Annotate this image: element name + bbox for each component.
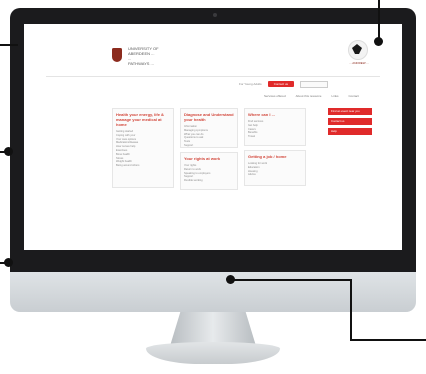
- column-1-title: Health your energy, life & manage your m…: [116, 112, 164, 127]
- imac-scene: UNIVERSITY OF ABERDEEN ... ... PATHWAYS …: [0, 0, 426, 374]
- column-2b-title: Your rights at work: [184, 156, 221, 161]
- search-input[interactable]: [300, 80, 329, 88]
- screen: UNIVERSITY OF ABERDEEN ... ... PATHWAYS …: [24, 24, 402, 250]
- list-item[interactable]: Flexible working: [184, 179, 234, 183]
- main-nav: Services offered About this resource Lin…: [264, 94, 359, 98]
- site-logo-right[interactable]: ... ANDREW ...: [342, 40, 376, 70]
- monitor-stand: [170, 312, 256, 346]
- column-3-title: Where can I ...: [248, 112, 275, 117]
- content-column-3b: Getting a job / home Looking for work Ed…: [244, 150, 306, 186]
- pointer-line: [350, 339, 426, 341]
- nav-item-about[interactable]: About this resource: [296, 94, 322, 98]
- monitor-chin: [10, 272, 416, 312]
- monitor-bezel: UNIVERSITY OF ABERDEEN ... ... PATHWAYS …: [10, 8, 416, 272]
- logo-text: UNIVERSITY OF ABERDEEN ... ... PATHWAYS …: [128, 46, 159, 66]
- pointer-dot: [374, 37, 383, 46]
- contact-button[interactable]: Contact us: [267, 81, 295, 87]
- content-column-2: Diagnose and Understand your health Info…: [180, 108, 238, 148]
- red-tab-2[interactable]: Contact us: [328, 118, 372, 125]
- logo-caption: ... ANDREW ...: [349, 61, 369, 65]
- pointer-line: [0, 151, 6, 153]
- red-tab-1[interactable]: Find an event near you: [328, 108, 372, 115]
- pointer-line: [0, 262, 6, 264]
- column-2-title: Diagnose and Understand your health: [184, 112, 234, 122]
- pointer-line: [350, 279, 352, 341]
- list-item[interactable]: Advice: [248, 173, 302, 177]
- nav-item-links[interactable]: Links: [331, 94, 338, 98]
- content-column-3: Where can I ... Find services Get help C…: [244, 108, 306, 146]
- site-logo-left[interactable]: UNIVERSITY OF ABERDEEN ... ... PATHWAYS …: [112, 44, 182, 66]
- top-bar: For Young Adults Contact us: [239, 80, 329, 88]
- content-column-2b: Your rights at work Your rights Return t…: [180, 152, 238, 190]
- monitor-foot: [146, 342, 280, 364]
- content-column-1: Health your energy, life & manage your m…: [112, 108, 174, 188]
- nav-item-services[interactable]: Services offered: [264, 94, 286, 98]
- crest-icon: [112, 48, 122, 62]
- header-divider: [46, 76, 380, 77]
- red-tab-3[interactable]: Help: [328, 128, 372, 135]
- column-3b-title: Getting a job / home: [248, 154, 287, 159]
- pointer-line: [230, 279, 352, 281]
- pointer-line: [378, 0, 380, 38]
- camera-icon: [213, 13, 217, 17]
- nav-item-contact[interactable]: Contact: [349, 94, 359, 98]
- list-item[interactable]: Travel: [248, 135, 302, 139]
- list-item[interactable]: Being around others: [116, 164, 170, 168]
- pointer-line: [0, 44, 18, 46]
- topbar-label[interactable]: For Young Adults: [239, 82, 262, 86]
- list-item[interactable]: Support: [184, 144, 234, 148]
